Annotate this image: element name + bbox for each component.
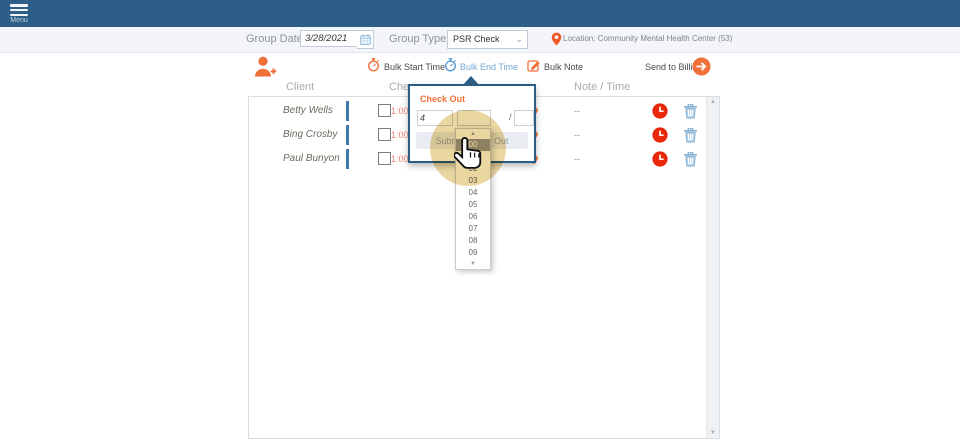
group-date-input[interactable] bbox=[300, 30, 358, 47]
dropdown-item[interactable]: 09 bbox=[456, 247, 490, 259]
dropdown-item[interactable]: 04 bbox=[456, 187, 490, 199]
client-column-header: Client bbox=[286, 81, 314, 93]
dropdown-item[interactable]: 01 bbox=[456, 151, 490, 163]
bulk-end-time-button[interactable]: Bulk End Time bbox=[460, 62, 518, 72]
popup-title: Check Out bbox=[420, 94, 465, 104]
hamburger-menu-icon[interactable] bbox=[10, 4, 28, 17]
client-name: Betty Wells bbox=[283, 100, 333, 122]
row-divider bbox=[346, 101, 349, 121]
delete-icon[interactable] bbox=[683, 103, 698, 124]
note-time-value: -- bbox=[574, 100, 580, 122]
client-name: Paul Bunyon bbox=[283, 148, 340, 170]
row-checkbox[interactable] bbox=[378, 104, 391, 117]
add-client-icon[interactable] bbox=[253, 55, 278, 84]
group-type-select[interactable]: PSR Check ⌄ bbox=[447, 30, 528, 49]
menu-label[interactable]: Menu bbox=[0, 17, 38, 24]
group-date-label: Group Date: bbox=[246, 33, 306, 45]
delete-icon[interactable] bbox=[683, 127, 698, 148]
check-column-header: Che bbox=[389, 81, 409, 93]
send-to-billing-arrow-icon[interactable] bbox=[692, 57, 711, 81]
app-screen: Menu Group Date: Group Type: PSR Check ⌄… bbox=[0, 0, 960, 442]
dropdown-item[interactable]: 08 bbox=[456, 235, 490, 247]
location-text: Location: Community Mental Health Center… bbox=[563, 34, 732, 43]
note-time-value: -- bbox=[574, 148, 580, 170]
row-checkbox[interactable] bbox=[378, 152, 391, 165]
note-time-column-header: Note / Time bbox=[574, 81, 630, 93]
dropdown-item[interactable]: 05 bbox=[456, 199, 490, 211]
group-type-value: PSR Check bbox=[453, 34, 500, 44]
filter-bar: Group Date: Group Type: PSR Check ⌄ bbox=[0, 27, 960, 53]
bulk-end-stopwatch-icon bbox=[444, 58, 457, 77]
top-menu-bar: Menu bbox=[0, 0, 960, 27]
dropdown-item[interactable]: 02 bbox=[456, 163, 490, 175]
bulk-start-time-button[interactable]: Bulk Start Time bbox=[384, 62, 445, 72]
group-type-label: Group Type: bbox=[389, 33, 449, 45]
row-divider bbox=[346, 125, 349, 145]
minute-dropdown-list: ▲ 00 01 02 03 04 05 06 07 08 09 ▼ bbox=[455, 128, 491, 270]
client-name: Bing Crosby bbox=[283, 124, 337, 146]
location-pin-icon bbox=[551, 32, 562, 51]
dropdown-item[interactable]: 06 bbox=[456, 211, 490, 223]
scroll-up-icon[interactable]: ▲ bbox=[707, 99, 719, 105]
delete-icon[interactable] bbox=[683, 151, 698, 172]
dropdown-item[interactable]: 07 bbox=[456, 223, 490, 235]
alert-clock-icon[interactable] bbox=[652, 103, 668, 124]
bulk-note-button[interactable]: Bulk Note bbox=[544, 62, 583, 72]
alert-clock-icon[interactable] bbox=[652, 151, 668, 172]
bulk-start-stopwatch-icon bbox=[367, 58, 380, 77]
minute-input[interactable] bbox=[457, 110, 491, 126]
dropdown-scroll-up-icon[interactable]: ▲ bbox=[456, 129, 490, 139]
row-divider bbox=[346, 149, 349, 169]
dropdown-item[interactable]: 03 bbox=[456, 175, 490, 187]
note-time-value: -- bbox=[574, 124, 580, 146]
calendar-icon[interactable] bbox=[357, 30, 374, 49]
check-in-time: 1:00 bbox=[391, 100, 409, 122]
check-in-time: 1:00 bbox=[391, 124, 409, 146]
ampm-input[interactable] bbox=[514, 110, 534, 126]
bulk-note-edit-icon bbox=[527, 58, 541, 77]
chevron-down-icon: ⌄ bbox=[515, 31, 523, 48]
alert-clock-icon[interactable] bbox=[652, 127, 668, 148]
dropdown-item[interactable]: 00 bbox=[456, 139, 490, 151]
check-in-time: 1:00 bbox=[391, 148, 409, 170]
ampm-separator: / bbox=[509, 112, 512, 122]
vertical-scrollbar[interactable]: ▲ ▼ bbox=[706, 97, 719, 438]
hour-input[interactable] bbox=[417, 110, 453, 126]
scroll-down-icon[interactable]: ▼ bbox=[707, 430, 719, 436]
dropdown-scroll-down-icon[interactable]: ▼ bbox=[456, 259, 490, 269]
row-checkbox[interactable] bbox=[378, 128, 391, 141]
